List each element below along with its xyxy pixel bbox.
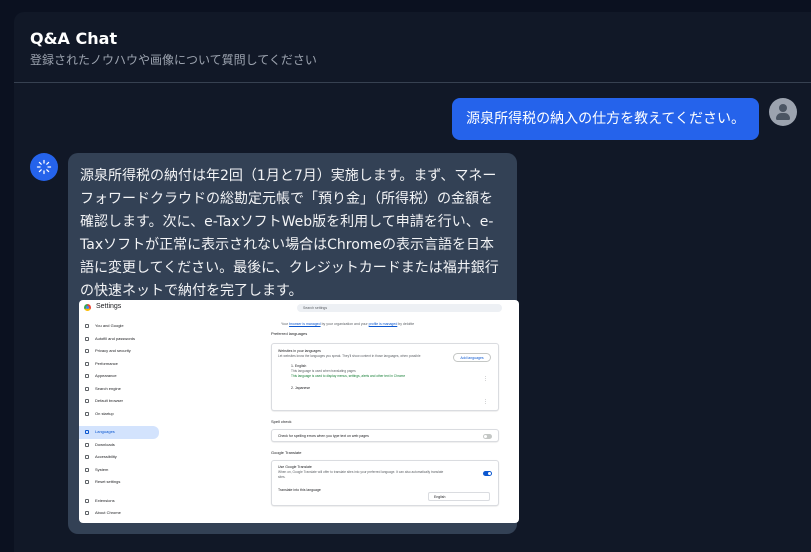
settings-topbar: Settings Search settings: [79, 300, 519, 316]
autofill-icon: [85, 336, 89, 341]
settings-sidebar: You and Google Autofill and passwords Priv…: [79, 320, 164, 520]
settings-nav-item: Reset settings: [79, 476, 164, 489]
more-vert-icon: ⋮: [483, 376, 488, 382]
settings-nav-item: About Chrome: [79, 507, 164, 520]
settings-nav-label: Search engine: [95, 385, 121, 391]
accessibility-icon: [85, 455, 89, 459]
settings-title: Settings: [96, 303, 122, 310]
chat-header: Q&A Chat 登録されたノウハウや画像について質問してください: [14, 12, 811, 83]
wrench-icon: [85, 467, 89, 472]
settings-nav-label: Accessibility: [95, 454, 117, 459]
language-japanese: 2. Japanese: [291, 386, 311, 390]
assistant-avatar-icon: [30, 153, 58, 181]
chrome-icon: [85, 511, 89, 515]
browser-icon: [85, 399, 89, 403]
assistant-message-text: 源泉所得税の納付は年2回（1月と7月）実施します。まず、マネーフォワードクラウド…: [80, 168, 499, 299]
managed-note: Your browser is managed by your organiza…: [281, 322, 415, 326]
attached-screenshot[interactable]: Settings Search settings You and Google A…: [79, 300, 519, 523]
download-icon: [85, 442, 89, 447]
page-subtitle: 登録されたノウハウや画像について質問してください: [30, 53, 317, 67]
google-translate-card: Use Google Translate When on, Google Tra…: [271, 460, 499, 506]
settings-nav-item: System: [79, 464, 164, 477]
settings-nav-label: Downloads: [95, 441, 115, 447]
profile-managed-link: profile is managed: [368, 322, 398, 326]
google-translate-toggle: [483, 471, 492, 476]
settings-nav-label: Privacy and security: [95, 348, 131, 353]
settings-nav-label: Appearance: [95, 373, 117, 378]
websites-languages-desc: Let websites know the languages you spea…: [278, 354, 421, 358]
settings-nav-item: Privacy and security: [79, 345, 164, 358]
settings-nav-label: On startup: [95, 410, 114, 416]
settings-nav-label: Extensions: [95, 497, 115, 503]
settings-nav-item: Accessibility: [79, 451, 164, 464]
settings-nav-item: Performance: [79, 358, 164, 371]
browser-managed-link: browser is managed: [289, 322, 321, 326]
settings-nav-label: Performance: [95, 360, 118, 366]
settings-nav-label: About Chrome: [95, 510, 121, 515]
puzzle-icon: [85, 498, 89, 503]
settings-nav-label: Languages: [95, 429, 115, 434]
more-vert-icon: ⋮: [483, 399, 488, 405]
chat-panel: Q&A Chat 登録されたノウハウや画像について質問してください 源泉所得税の…: [14, 12, 811, 552]
reset-icon: [85, 480, 89, 484]
google-translate-heading: Google Translate: [271, 450, 302, 455]
google-icon: [85, 324, 89, 328]
palette-icon: [85, 374, 89, 378]
settings-nav-label: System: [95, 466, 109, 472]
settings-nav-label: Default browser: [95, 398, 124, 403]
settings-search-input: Search settings: [297, 304, 502, 312]
spell-check-label: Check for spelling errors when you type …: [278, 434, 369, 438]
settings-nav-item: Languages: [79, 426, 159, 439]
page-title: Q&A Chat: [30, 29, 118, 48]
settings-nav-item: Search engine: [79, 383, 164, 396]
settings-nav-item: Downloads: [79, 439, 164, 452]
settings-nav-item: Extensions: [79, 495, 164, 508]
settings-nav-item: Autofill and passwords: [79, 333, 164, 346]
user-avatar-icon: [769, 98, 797, 126]
translate-icon: [85, 430, 89, 434]
speedometer-icon: [85, 361, 89, 366]
settings-main: Your browser is managed by your organiza…: [271, 320, 499, 506]
power-icon: [85, 411, 89, 416]
user-message-bubble: 源泉所得税の納入の仕方を教えてください。: [452, 98, 759, 140]
spell-check-toggle: [483, 434, 492, 439]
shield-icon: [85, 349, 89, 353]
spell-check-card: Check for spelling errors when you type …: [271, 429, 499, 442]
assistant-message-bubble: 源泉所得税の納付は年2回（1月と7月）実施します。まず、マネーフォワードクラウド…: [68, 153, 519, 534]
translate-into-select: English: [428, 492, 490, 501]
chrome-logo-icon: [84, 304, 91, 311]
preferred-languages-card: Websites in your languages Let websites …: [271, 343, 499, 411]
spinner-icon: [36, 159, 52, 175]
add-languages-button: Add languages: [453, 353, 491, 362]
settings-nav-label: You and Google: [95, 323, 124, 328]
settings-nav-item: Appearance: [79, 370, 164, 383]
settings-nav-label: Reset settings: [95, 479, 121, 484]
user-message: 源泉所得税の納入の仕方を教えてください。: [452, 98, 797, 140]
settings-nav-item: You and Google: [79, 320, 164, 333]
search-icon: [85, 386, 89, 391]
spell-check-heading: Spell check: [271, 419, 292, 424]
settings-nav-item: On startup: [79, 408, 164, 421]
settings-nav-item: Default browser: [79, 395, 164, 408]
preferred-languages-heading: Preferred languages: [271, 331, 308, 336]
settings-nav-label: Autofill and passwords: [95, 335, 136, 341]
